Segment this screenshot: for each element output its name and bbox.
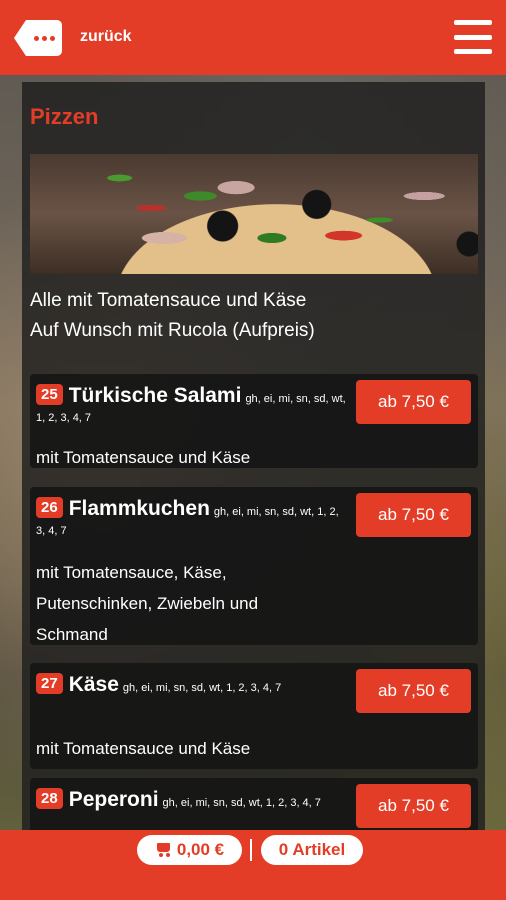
price-button[interactable]: ab 7,50 € [356,380,471,424]
item-heading: 28 Peperoni gh, ei, mi, sn, sd, wt, 1, 2, … [36,788,346,812]
section-title: Pizzen [30,104,99,129]
menu-item: 25 Türkische Salami gh, ei, mi, sn, sd, wt… [30,374,478,468]
item-number-badge: 25 [36,384,63,405]
item-number-badge: 26 [36,497,63,518]
cart-total-button[interactable]: 0,00 € [137,835,242,865]
item-description: mit Tomatensauce und Käse [36,739,251,758]
divider [250,839,252,861]
content-panel: Pizzen Alle mit Tomatensauce und Käse Au… [22,82,485,830]
item-number-badge: 27 [36,673,63,694]
item-name: Peperoni [68,788,159,811]
item-heading: 25 Türkische Salami gh, ei, mi, sn, sd, wt… [36,384,346,426]
cart-total: 0,00 € [176,840,225,859]
menu-item: 26 Flammkuchen gh, ei, mi, sn, sd, wt, 1, … [30,487,478,645]
intro-line: Auf Wunsch mit Rucola (Aufpreis) [30,320,315,341]
bottom-bar: 0,00 € 0 Artikel [0,830,506,900]
menu-item: 28 Peperoni gh, ei, mi, sn, sd, wt, 1, 2, … [30,778,478,830]
item-heading: 27 Käse gh, ei, mi, sn, sd, wt, 1, 2, 3, 4… [36,673,346,697]
pizza-image [30,154,478,274]
articles-button[interactable]: 0 Artikel [261,835,363,865]
top-bar: zurück [0,0,506,75]
item-name: Käse [68,673,119,696]
price-button[interactable]: ab 7,50 € [356,669,471,713]
back-icon-dots [26,20,62,56]
price-button[interactable]: ab 7,50 € [356,493,471,537]
section-intro: Alle mit Tomatensauce und Käse Auf Wunsc… [30,286,315,346]
back-label[interactable]: zurück [80,28,132,46]
price-button[interactable]: ab 7,50 € [356,784,471,828]
cart-icon [155,843,171,857]
intro-line: Alle mit Tomatensauce und Käse [30,290,307,311]
item-name: Flammkuchen [68,497,210,520]
item-description: mit Tomatensauce und Käse [36,448,251,467]
hamburger-menu-icon[interactable] [454,20,492,54]
menu-item: 27 Käse gh, ei, mi, sn, sd, wt, 1, 2, 3, 4… [30,663,478,769]
item-description: mit Tomatensauce, Käse, Putenschinken, Z… [36,563,259,644]
back-button[interactable] [14,20,62,56]
item-name: Türkische Salami [68,384,242,407]
item-number-badge: 28 [36,788,63,809]
item-heading: 26 Flammkuchen gh, ei, mi, sn, sd, wt, 1, … [36,497,346,539]
item-allergens: gh, ei, mi, sn, sd, wt, 1, 2, 3, 4, 7 [122,682,282,694]
item-allergens: gh, ei, mi, sn, sd, wt, 1, 2, 3, 4, 7 [162,797,321,809]
back-icon [14,20,26,56]
